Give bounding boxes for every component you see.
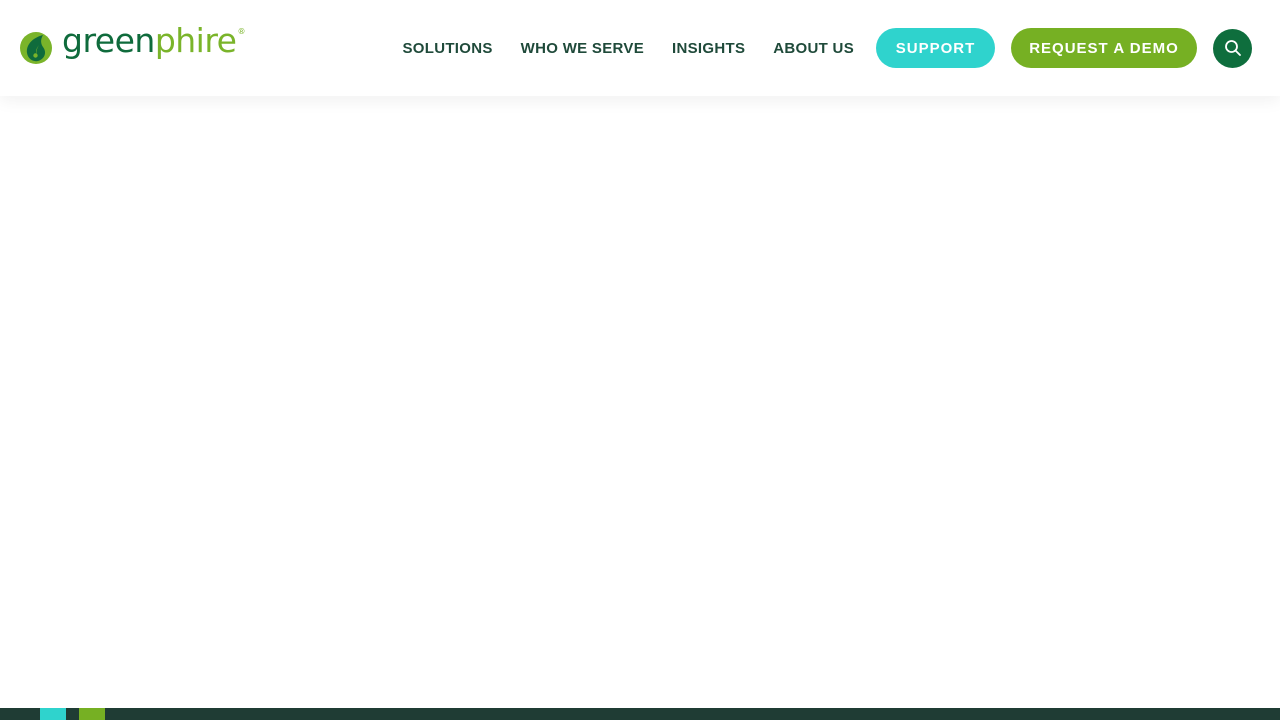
registered-mark: ® — [237, 26, 246, 36]
request-demo-button[interactable]: REQUEST A DEMO — [1011, 28, 1197, 68]
logo-word-green: green — [62, 20, 155, 60]
footer-green-square — [79, 708, 105, 720]
search-button[interactable] — [1213, 28, 1252, 68]
nav-about-us[interactable]: ABOUT US — [773, 40, 854, 57]
nav-solutions[interactable]: SOLUTIONS — [402, 40, 492, 57]
nav-insights[interactable]: INSIGHTS — [672, 40, 745, 57]
main-nav: SOLUTIONS WHO WE SERVE INSIGHTS ABOUT US… — [402, 28, 1252, 68]
greenphire-logo[interactable]: greenphire® — [19, 22, 245, 68]
search-icon — [1224, 40, 1241, 56]
footer-teal-square — [40, 708, 66, 720]
nav-who-we-serve[interactable]: WHO WE SERVE — [521, 40, 644, 57]
logo-wordmark: greenphire® — [62, 20, 246, 68]
support-button[interactable]: SUPPORT — [876, 28, 995, 68]
footer-band — [0, 708, 1280, 720]
greenphire-logo-icon — [20, 32, 52, 64]
site-header: greenphire® SOLUTIONS WHO WE SERVE INSIG… — [0, 0, 1280, 96]
logo-word-phire: phire — [154, 20, 237, 60]
